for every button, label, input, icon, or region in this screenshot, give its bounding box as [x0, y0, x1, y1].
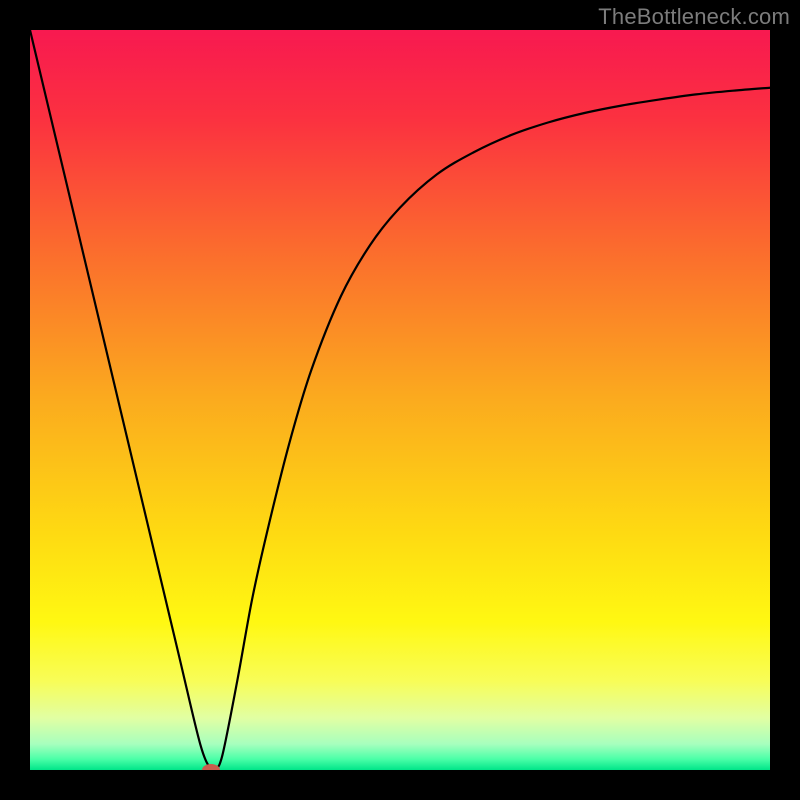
plot-area [30, 30, 770, 770]
attribution-label: TheBottleneck.com [598, 4, 790, 30]
bottleneck-curve [30, 30, 770, 770]
chart-frame: TheBottleneck.com [0, 0, 800, 800]
